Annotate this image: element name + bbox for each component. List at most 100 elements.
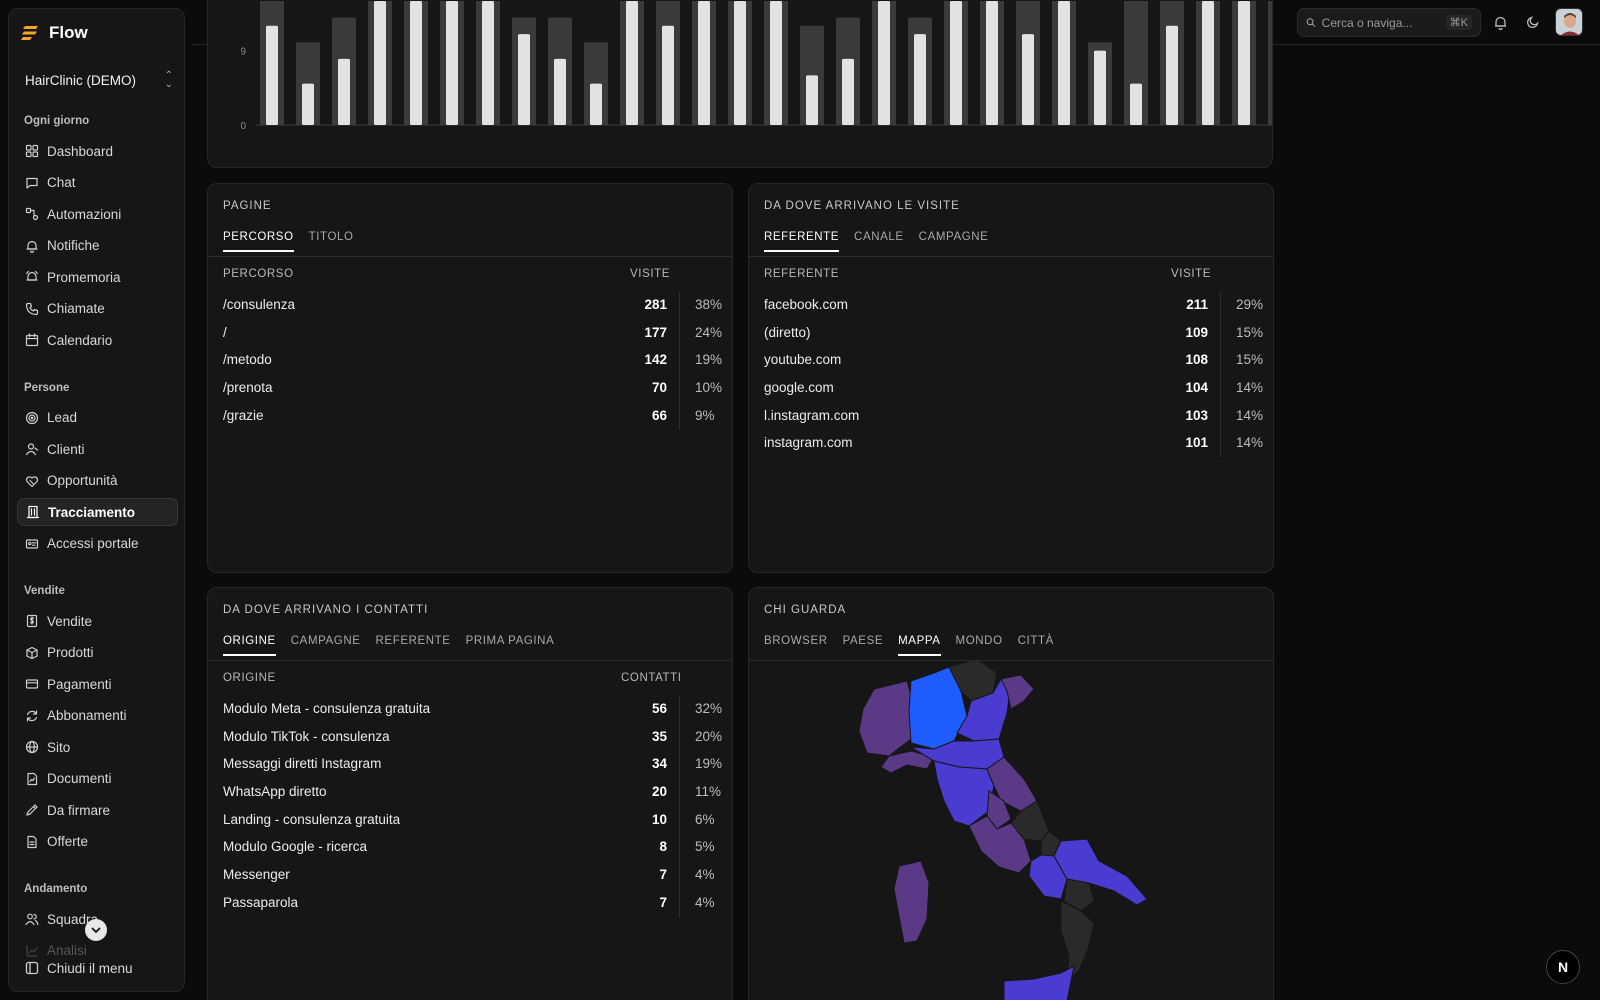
search-box[interactable]: ⌘K bbox=[1297, 8, 1481, 37]
visits-bar-chart: 90 bbox=[240, 1, 1273, 132]
bar-foreground[interactable] bbox=[374, 1, 386, 125]
bar-foreground[interactable] bbox=[1202, 1, 1214, 125]
sidebar-item-dashboard[interactable]: Dashboard bbox=[17, 137, 178, 165]
bar-foreground[interactable] bbox=[734, 1, 746, 125]
floating-n-button[interactable]: N bbox=[1546, 950, 1580, 984]
bar-foreground[interactable] bbox=[1058, 1, 1070, 125]
row-percentage: 32% bbox=[695, 701, 723, 716]
sidebar-item-clienti[interactable]: Clienti bbox=[17, 435, 178, 463]
bar-foreground[interactable] bbox=[806, 75, 818, 125]
notifications-button[interactable] bbox=[1490, 12, 1510, 32]
scroll-down-button[interactable] bbox=[85, 919, 107, 941]
sidebar-item-lead[interactable]: Lead bbox=[17, 404, 178, 432]
table-row[interactable]: l.instagram.com 103 14% bbox=[749, 403, 1273, 431]
bar-foreground[interactable] bbox=[410, 1, 422, 125]
table-row[interactable]: / 177 24% bbox=[208, 320, 732, 348]
tab-mondo[interactable]: MONDO bbox=[956, 635, 1003, 656]
bar-foreground[interactable] bbox=[878, 1, 890, 125]
table-row[interactable]: (diretto) 109 15% bbox=[749, 320, 1273, 348]
tab-campagne[interactable]: CAMPAGNE bbox=[919, 231, 989, 252]
sidebar-item-calendario[interactable]: Calendario bbox=[17, 326, 178, 354]
tab-origine[interactable]: ORIGINE bbox=[223, 635, 276, 656]
map-region-calabria[interactable] bbox=[1060, 900, 1095, 983]
table-row[interactable]: /prenota 70 10% bbox=[208, 375, 732, 403]
table-row[interactable]: youtube.com 108 15% bbox=[749, 347, 1273, 375]
sidebar-item-vendite[interactable]: Vendite bbox=[17, 607, 178, 635]
search-input[interactable] bbox=[1321, 15, 1440, 30]
sidebar-item-prodotti[interactable]: Prodotti bbox=[17, 639, 178, 667]
bar-foreground[interactable] bbox=[1022, 34, 1034, 125]
sidebar-item-abbonamenti[interactable]: Abbonamenti bbox=[17, 702, 178, 730]
bar-foreground[interactable] bbox=[1094, 50, 1106, 125]
tab-browser[interactable]: BROWSER bbox=[764, 635, 828, 656]
tab-referente[interactable]: REFERENTE bbox=[764, 231, 840, 252]
bar-foreground[interactable] bbox=[986, 1, 998, 125]
sidebar-item-documenti[interactable]: Documenti bbox=[17, 765, 178, 793]
sidebar-item-automazioni[interactable]: Automazioni bbox=[17, 200, 178, 228]
map-region-piemonte[interactable] bbox=[858, 680, 915, 757]
map-region-sicilia[interactable] bbox=[1003, 965, 1075, 1000]
table-row[interactable]: Messaggi diretti Instagram 34 19% bbox=[208, 751, 732, 779]
app-logo[interactable]: Flow bbox=[21, 23, 88, 43]
table-row[interactable]: /grazie 66 9% bbox=[208, 403, 732, 431]
table-row[interactable]: facebook.com 211 29% bbox=[749, 292, 1273, 320]
sidebar-item-da-firmare[interactable]: Da firmare bbox=[17, 796, 178, 824]
table-row[interactable]: /consulenza 281 38% bbox=[208, 292, 732, 320]
table-row[interactable]: Modulo Google - ricerca 8 5% bbox=[208, 834, 732, 862]
user-avatar[interactable] bbox=[1555, 8, 1583, 36]
column-header-path: PERCORSO bbox=[223, 268, 294, 280]
tab-titolo[interactable]: TITOLO bbox=[309, 231, 354, 252]
bar-foreground[interactable] bbox=[770, 1, 782, 125]
table-row[interactable]: google.com 104 14% bbox=[749, 375, 1273, 403]
sidebar-item-chat[interactable]: Chat bbox=[17, 169, 178, 197]
tab-canale[interactable]: CANALE bbox=[854, 231, 904, 252]
sidebar-item-sito[interactable]: Sito bbox=[17, 733, 178, 761]
table-row[interactable]: WhatsApp diretto 20 11% bbox=[208, 779, 732, 807]
tab-campagne[interactable]: CAMPAGNE bbox=[291, 635, 361, 656]
workspace-switcher[interactable]: HairClinic (DEMO) ⌃ ⌄ bbox=[25, 69, 173, 91]
bar-foreground[interactable] bbox=[518, 34, 530, 125]
table-row[interactable]: Modulo Meta - consulenza gratuita 56 32% bbox=[208, 696, 732, 724]
map-region-sardegna[interactable] bbox=[893, 860, 930, 944]
bar-foreground[interactable] bbox=[698, 1, 710, 125]
bar-foreground[interactable] bbox=[446, 1, 458, 125]
bar-foreground[interactable] bbox=[662, 25, 674, 125]
sidebar-item-opportunit[interactable]: Opportunità bbox=[17, 467, 178, 495]
bar-foreground[interactable] bbox=[338, 58, 350, 125]
sidebar-item-pagamenti[interactable]: Pagamenti bbox=[17, 670, 178, 698]
bar-foreground[interactable] bbox=[626, 1, 638, 125]
sidebar-item-notifiche[interactable]: Notifiche bbox=[17, 232, 178, 260]
bar-foreground[interactable] bbox=[950, 1, 962, 125]
bar-foreground[interactable] bbox=[266, 25, 278, 125]
bar-foreground[interactable] bbox=[1238, 1, 1250, 125]
sidebar-item-promemoria[interactable]: Promemoria bbox=[17, 263, 178, 291]
close-menu-button[interactable]: Chiudi il menu bbox=[17, 954, 178, 982]
sidebar-item-offerte[interactable]: Offerte bbox=[17, 828, 178, 856]
bar-foreground[interactable] bbox=[590, 83, 602, 125]
sidebar-item-chiamate[interactable]: Chiamate bbox=[17, 295, 178, 323]
bar-background[interactable] bbox=[1268, 1, 1273, 125]
sidebar-item-tracciamento[interactable]: Tracciamento bbox=[17, 498, 178, 526]
table-row[interactable]: Landing - consulenza gratuita 10 6% bbox=[208, 807, 732, 835]
theme-toggle-button[interactable] bbox=[1523, 12, 1543, 32]
table-row[interactable]: /metodo 142 19% bbox=[208, 347, 732, 375]
table-row[interactable]: Passaparola 7 4% bbox=[208, 890, 732, 918]
tab-referente[interactable]: REFERENTE bbox=[376, 635, 451, 656]
bar-foreground[interactable] bbox=[302, 83, 314, 125]
bar-foreground[interactable] bbox=[482, 1, 494, 125]
tab-città[interactable]: CITTÀ bbox=[1018, 635, 1054, 656]
tab-percorso[interactable]: PERCORSO bbox=[223, 231, 294, 252]
table-row[interactable]: Messenger 7 4% bbox=[208, 862, 732, 890]
sidebar-item-accessi-portale[interactable]: Accessi portale bbox=[17, 530, 178, 558]
tab-paese[interactable]: PAESE bbox=[843, 635, 884, 656]
bar-foreground[interactable] bbox=[914, 34, 926, 125]
bar-foreground[interactable] bbox=[842, 58, 854, 125]
tab-prima-pagina[interactable]: PRIMA PAGINA bbox=[466, 635, 555, 656]
bar-foreground[interactable] bbox=[1166, 25, 1178, 125]
bar-foreground[interactable] bbox=[554, 58, 566, 125]
table-row[interactable]: instagram.com 101 14% bbox=[749, 430, 1273, 458]
bar-foreground[interactable] bbox=[1130, 83, 1142, 125]
map-region-toscana[interactable] bbox=[933, 760, 995, 827]
tab-mappa[interactable]: MAPPA bbox=[898, 635, 941, 656]
table-row[interactable]: Modulo TikTok - consulenza 35 20% bbox=[208, 724, 732, 752]
